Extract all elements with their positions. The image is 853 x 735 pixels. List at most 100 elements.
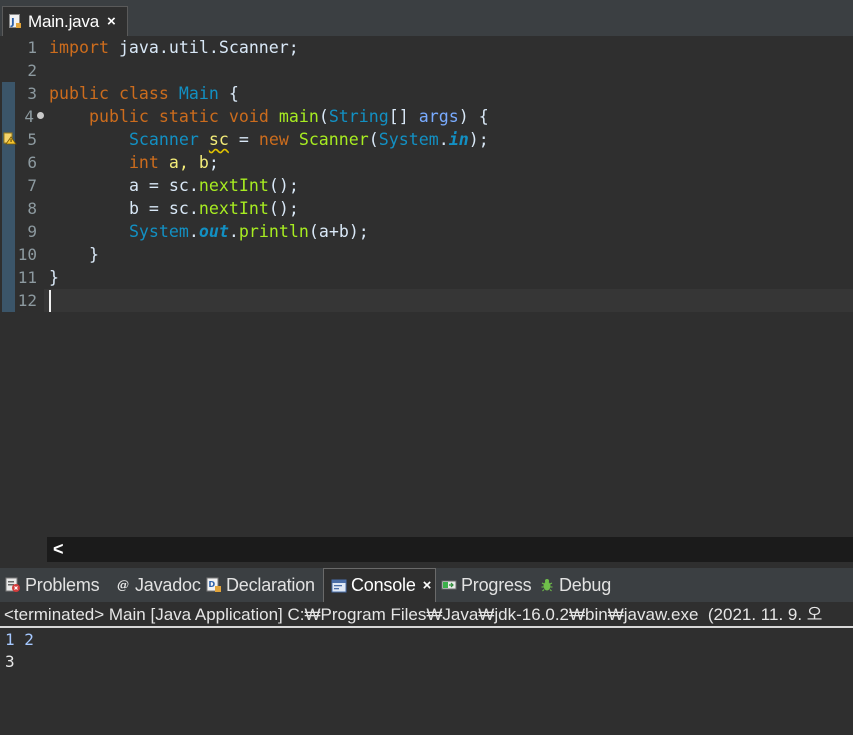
tab-problems[interactable]: Problems	[5, 568, 100, 602]
code-token: ();	[268, 176, 299, 195]
code-token: .	[188, 176, 199, 195]
line-number: 11	[17, 268, 37, 287]
java-file-icon: J	[9, 14, 22, 29]
line-number: 12	[17, 291, 37, 310]
keyword-token: void	[228, 107, 269, 126]
line-number: 6	[27, 153, 37, 172]
tab-problems-label: Problems	[25, 574, 100, 595]
console-process-header: <terminated> Main [Java Application] C:₩…	[0, 602, 853, 628]
current-line-highlight	[44, 289, 853, 312]
tab-progress[interactable]: Progress	[441, 568, 532, 602]
code-token: }	[49, 268, 59, 287]
tab-console[interactable]: Console ×	[323, 568, 436, 602]
code-token: =	[138, 199, 169, 218]
code-token: );	[348, 222, 369, 241]
line-number: 1	[27, 38, 37, 57]
svg-text:J: J	[10, 17, 15, 28]
progress-icon	[441, 577, 457, 593]
parameter-token: args	[418, 107, 459, 126]
code-token: ) {	[458, 107, 489, 126]
tab-declaration-label: Declaration	[226, 574, 315, 595]
console-output[interactable]: 1 2 3	[0, 628, 853, 735]
class-token: Main	[178, 84, 219, 103]
variable-token: b	[128, 199, 139, 218]
keyword-token: static	[158, 107, 219, 126]
editor-tab-close-icon[interactable]: ×	[107, 13, 116, 30]
panel-tab-bar: Problems @ Javadoc D Declaration Console…	[0, 568, 853, 602]
code-token: (	[318, 107, 329, 126]
code-token: (	[308, 222, 319, 241]
code-token: (	[368, 130, 379, 149]
code-token: =	[228, 130, 259, 149]
variable-token: a, b	[168, 153, 209, 172]
code-line-3: public class Main {	[49, 82, 239, 105]
editor-tab-bar: J Main.java ×	[0, 0, 853, 36]
tab-javadoc[interactable]: @ Javadoc	[115, 568, 201, 602]
constructor-token: Scanner	[298, 130, 369, 149]
tab-debug[interactable]: Debug	[539, 568, 611, 602]
variable-token: a	[318, 222, 329, 241]
class-token: System	[378, 130, 439, 149]
code-editor[interactable]: 1 2 3 4 5 6 7 8 9 10 11 12 import java.u…	[0, 36, 853, 564]
variable-token: sc	[168, 176, 189, 195]
editor-tab-label: Main.java	[28, 11, 99, 31]
text-caret	[49, 290, 51, 312]
class-token: System	[128, 222, 189, 241]
tab-console-label: Console	[351, 575, 416, 595]
scroll-left-arrow-icon[interactable]: <	[53, 538, 64, 560]
editor-tab-main-java[interactable]: J Main.java ×	[2, 6, 128, 36]
code-token: {	[218, 84, 239, 103]
line-number: 9	[27, 222, 37, 241]
method-token: println	[238, 222, 309, 241]
keyword-token: new	[258, 130, 289, 149]
keyword-token: public	[88, 107, 149, 126]
tab-debug-label: Debug	[559, 574, 612, 595]
variable-token: a	[128, 176, 139, 195]
line-number: 8	[27, 199, 37, 218]
tab-progress-label: Progress	[461, 574, 532, 595]
variable-token-warning: sc	[208, 130, 229, 149]
declaration-icon: D	[206, 577, 222, 593]
code-token: .	[188, 199, 199, 218]
code-token: ();	[268, 199, 299, 218]
code-token: ;	[208, 153, 219, 172]
code-token: .	[188, 222, 199, 241]
class-token: Scanner	[128, 130, 199, 149]
code-token: java.util.Scanner;	[108, 38, 299, 57]
problems-icon	[5, 577, 21, 593]
code-line-9: System.out.println(a+b);	[49, 220, 369, 243]
horizontal-scrollbar[interactable]: <	[47, 537, 853, 562]
console-output-line: 3	[5, 652, 15, 671]
console-input-line: 1 2	[5, 630, 34, 649]
code-line-1: import java.util.Scanner;	[49, 36, 299, 59]
line-number: 3	[27, 84, 37, 103]
code-line-11: }	[49, 266, 59, 289]
warning-icon[interactable]	[3, 131, 17, 145]
tab-console-close-icon[interactable]: ×	[423, 577, 432, 594]
keyword-token: class	[118, 84, 169, 103]
static-field-token: in	[448, 130, 469, 149]
javadoc-icon: @	[115, 577, 131, 593]
code-token: }	[88, 245, 99, 264]
svg-text:D: D	[209, 580, 216, 589]
method-token: nextInt	[198, 199, 269, 218]
code-line-5: Scanner sc = new Scanner(System.in);	[49, 128, 489, 151]
variable-token: sc	[168, 199, 189, 218]
code-line-8: b = sc.nextInt();	[49, 197, 299, 220]
code-line-4: public static void main(String[] args) {	[49, 105, 489, 128]
tab-declaration[interactable]: D Declaration	[206, 568, 315, 602]
line-number: 10	[17, 245, 37, 264]
line-number: 7	[27, 176, 37, 195]
static-field-token: out	[198, 222, 229, 241]
code-token: .	[438, 130, 449, 149]
code-line-6: int a, b;	[49, 151, 219, 174]
code-token: []	[388, 107, 419, 126]
keyword-token: import	[49, 38, 109, 57]
fold-collapse-icon[interactable]	[37, 112, 44, 119]
class-token: String	[328, 107, 389, 126]
code-token: +	[328, 222, 339, 241]
keyword-token: int	[128, 153, 159, 172]
method-token: nextInt	[198, 176, 269, 195]
code-line-7: a = sc.nextInt();	[49, 174, 299, 197]
debug-icon	[539, 577, 555, 593]
